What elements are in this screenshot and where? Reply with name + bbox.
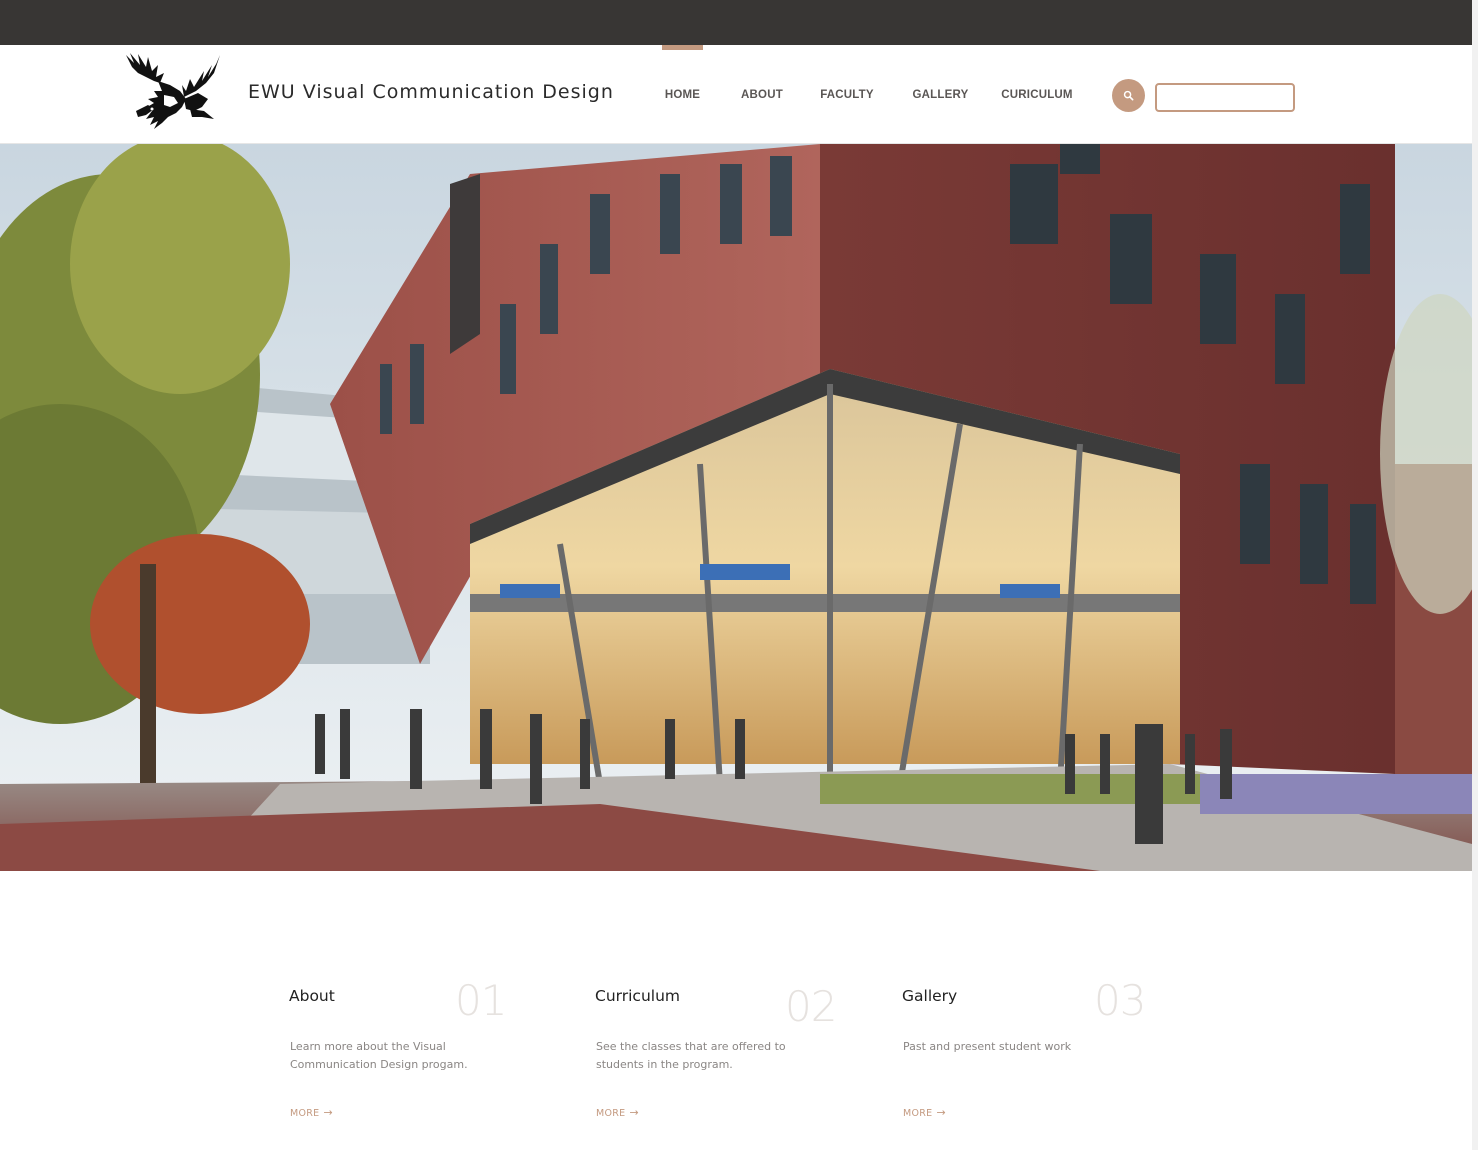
nav-item-gallery[interactable]: GALLERY [911, 45, 970, 144]
feature-description: Past and present student work [903, 1040, 1072, 1053]
more-link[interactable]: MORE → [596, 1106, 639, 1119]
arrow-right-icon: → [323, 1106, 334, 1119]
search-input[interactable] [1155, 83, 1295, 112]
hero-image [0, 144, 1472, 871]
eagle-logo[interactable] [124, 51, 222, 133]
more-label: MORE [290, 1108, 320, 1119]
nav-item-about[interactable]: ABOUT [738, 45, 786, 144]
feature-title[interactable]: Curriculum [595, 987, 680, 1005]
feature-title[interactable]: About [289, 987, 335, 1005]
feature-number: 02 [785, 982, 837, 1031]
arrow-right-icon: → [936, 1106, 947, 1119]
more-link[interactable]: MORE → [290, 1106, 333, 1119]
nav-item-faculty[interactable]: FACULTY [818, 45, 876, 144]
more-label: MORE [596, 1108, 626, 1119]
feature-number: 03 [1094, 976, 1146, 1025]
site-header: EWU Visual Communication Design HOME ABO… [0, 45, 1472, 144]
site-title[interactable]: EWU Visual Communication Design [248, 81, 614, 103]
nav-item-home[interactable]: HOME [662, 45, 703, 144]
arrow-right-icon: → [629, 1106, 640, 1119]
search-icon [1123, 90, 1134, 101]
more-label: MORE [903, 1108, 933, 1119]
top-bar [0, 0, 1472, 45]
feature-number: 01 [455, 976, 507, 1025]
scrollbar[interactable] [1472, 0, 1478, 1150]
search-button[interactable] [1112, 79, 1145, 112]
feature-title[interactable]: Gallery [902, 987, 957, 1005]
feature-description: See the classes that are offered to stud… [596, 1040, 786, 1071]
feature-description: Learn more about the Visual Communicatio… [290, 1040, 468, 1071]
more-link[interactable]: MORE → [903, 1106, 946, 1119]
nav-item-curriculum[interactable]: CURICULUM [1000, 45, 1074, 144]
